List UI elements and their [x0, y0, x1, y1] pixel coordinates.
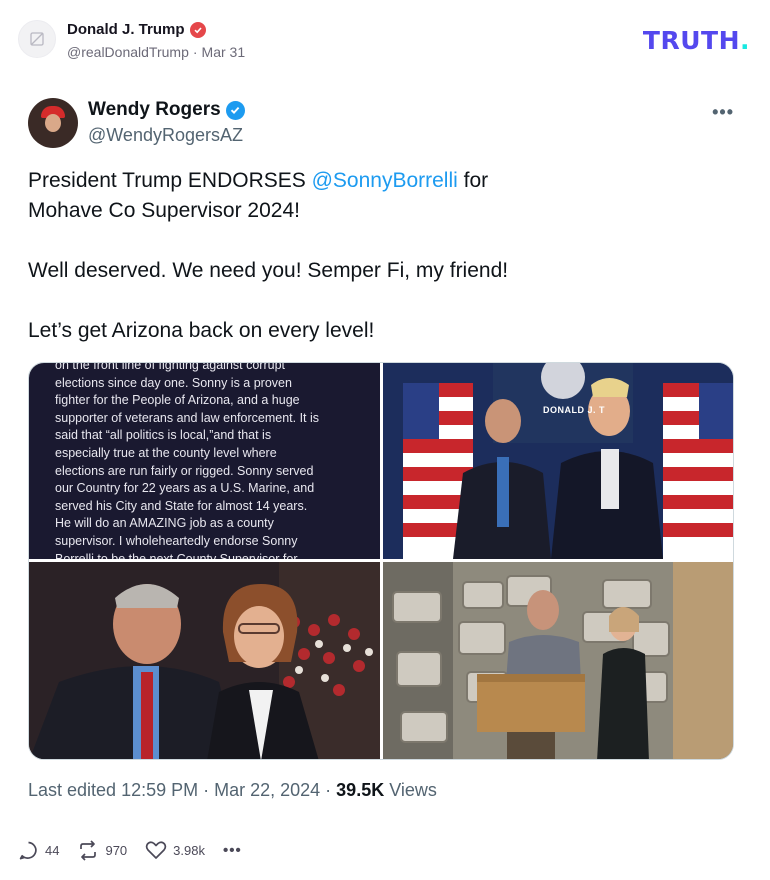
quote-line: on the front line of fighting against co… [55, 363, 286, 372]
tweet-author-handle[interactable]: @WendyRogersAZ [88, 125, 243, 146]
views-label: Views [384, 780, 437, 800]
retruth-action[interactable]: 970 [77, 839, 128, 861]
quote-line: He will do an AMAZING job as a county [55, 516, 274, 531]
mention-link[interactable]: @SonnyBorrelli [312, 169, 458, 192]
tweet-author-row: Wendy Rogers [88, 99, 245, 121]
quote-line: served his City and State for almost 14 … [55, 498, 308, 513]
author-avatar[interactable] [18, 20, 56, 58]
tweet-paragraph-2: Well deserved. We need you! Semper Fi, m… [28, 259, 509, 282]
tweet-author-avatar[interactable] [28, 98, 78, 148]
tweet-edit-info: Last edited 12:59 PM · Mar 22, 2024 · 39… [28, 780, 437, 801]
photo-flags[interactable]: DONALD J. T [383, 363, 733, 559]
photo-convention-art [29, 562, 380, 759]
verified-badge-icon [189, 21, 206, 38]
tweet-author-name[interactable]: Wendy Rogers [88, 99, 221, 121]
verified-check-icon [225, 100, 245, 120]
more-options-icon[interactable]: ••• [712, 102, 734, 123]
author-name[interactable]: Donald J. Trump [67, 21, 185, 38]
quote-line: supporter of veterans and law enforcemen… [55, 410, 320, 425]
reply-count: 44 [45, 842, 60, 858]
heart-icon [145, 841, 167, 859]
photo-flags-art [383, 363, 733, 559]
post-action-bar: 44 970 3.98k ••• [18, 838, 242, 862]
tweet-line-2: Mohave Co Supervisor 2024! [28, 199, 300, 222]
like-count: 3.98k [173, 842, 205, 858]
truth-post-header: Donald J. Trump @realDonaldTrump · Mar 3… [18, 18, 758, 64]
photo-convention[interactable] [29, 562, 380, 759]
tweet-text-segment: President Trump ENDORSES [28, 169, 312, 192]
author-name-row: Donald J. Trump [67, 21, 206, 38]
views-count: 39.5K [336, 780, 385, 800]
endorsement-quote: on the front line of fighting against co… [55, 363, 373, 559]
endorsement-text-image[interactable]: on the front line of fighting against co… [29, 363, 380, 559]
tweet-text: President Trump ENDORSES @SonnyBorrelli … [28, 166, 728, 346]
photo-podium[interactable] [383, 562, 733, 759]
post-date[interactable]: Mar 31 [202, 44, 246, 60]
truth-logo[interactable]: TRUTH. [643, 26, 750, 55]
more-actions-icon[interactable]: ••• [223, 842, 242, 859]
quote-line: fighter for the People of Arizona, and a… [55, 393, 300, 408]
tweet-line-1: President Trump ENDORSES @SonnyBorrelli … [28, 166, 728, 196]
meta-separator: · [192, 44, 198, 60]
embedded-tweet: Wendy Rogers @WendyRogersAZ ••• Presiden… [0, 80, 770, 800]
reply-icon [19, 841, 37, 859]
photo-podium-art [383, 562, 733, 759]
truth-logo-text: TRUTH [642, 26, 740, 55]
quote-line: said that “all politics is local,”and th… [55, 428, 272, 443]
quote-line: our Country for 22 years as a U.S. Marin… [55, 481, 315, 496]
quote-line: supervisor. I wholeheartedly endorse Son… [55, 533, 298, 548]
tweet-image-grid: on the front line of fighting against co… [28, 362, 734, 760]
quote-line: elections are run fairly or rigged. Sonn… [55, 463, 314, 478]
author-handle[interactable]: @realDonaldTrump [67, 44, 189, 60]
quote-line: Borrelli to be the next County Superviso… [55, 551, 298, 559]
author-meta: @realDonaldTrump · Mar 31 [67, 44, 245, 60]
reply-action[interactable]: 44 [18, 840, 59, 861]
quote-line: elections since day one. Sonny is a prov… [55, 375, 292, 390]
like-action[interactable]: 3.98k [145, 840, 205, 860]
podium-sign-text: DONALD J. T [543, 405, 606, 415]
quote-line: especially true at the county level wher… [55, 445, 277, 460]
retruth-count: 970 [105, 842, 128, 858]
tweet-paragraph-3: Let’s get Arizona back on every level! [28, 319, 375, 342]
retruth-icon [80, 839, 97, 861]
tweet-text-segment: for [457, 169, 489, 192]
image-placeholder-icon [30, 32, 44, 46]
truth-logo-dot: . [740, 26, 750, 55]
last-edited-label[interactable]: Last edited 12:59 PM · Mar 22, 2024 · [28, 780, 336, 800]
